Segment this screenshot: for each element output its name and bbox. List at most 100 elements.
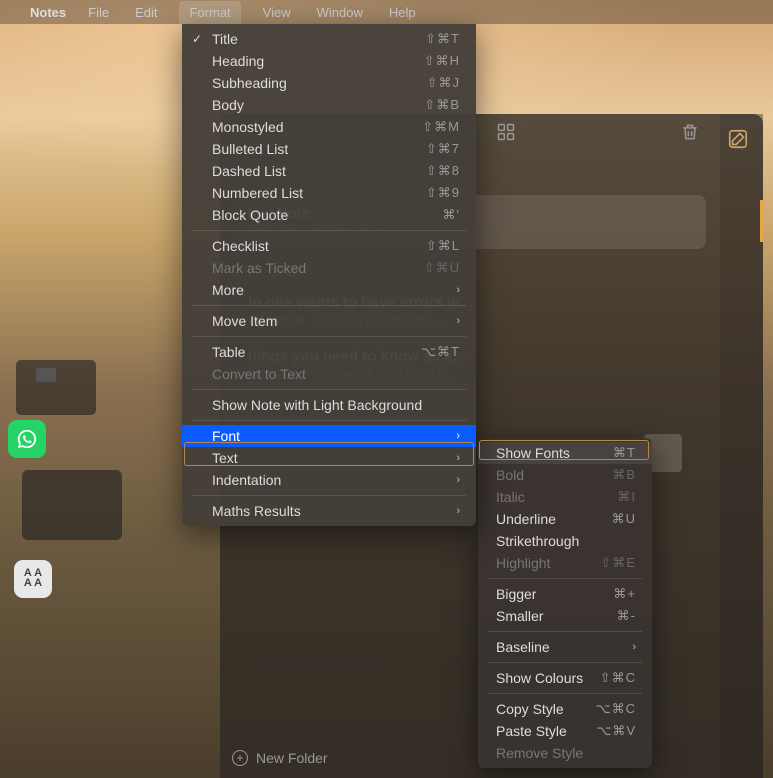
menu-item-label: Convert to Text [212, 366, 306, 382]
compose-icon[interactable] [727, 128, 749, 150]
keyboard-shortcut: ⌘U [612, 511, 636, 527]
keyboard-shortcut: ⌘- [617, 608, 636, 624]
menu-item-mark-as-ticked: Mark as Ticked⇧⌘U [182, 257, 476, 279]
menu-item-remove-style: Remove Style [478, 742, 652, 764]
menu-item-label: Bulleted List [212, 141, 288, 157]
menu-separator [192, 230, 466, 231]
trash-icon[interactable] [680, 122, 700, 142]
menu-item-body[interactable]: Body ⇧⌘B [182, 94, 476, 116]
keyboard-shortcut: ⇧⌘H [424, 53, 460, 69]
menu-item-label: Paste Style [496, 723, 567, 739]
whatsapp-icon[interactable] [8, 420, 46, 458]
menu-separator [488, 578, 642, 579]
menu-item-title[interactable]: ✓Title⇧⌘T [182, 28, 476, 50]
menu-item-label: Italic [496, 489, 525, 505]
menu-item-font[interactable]: Font › [182, 425, 476, 447]
menu-item-label: Strikethrough [496, 533, 579, 549]
keyboard-shortcut: ⌥⌘C [596, 701, 636, 717]
menu-item-subheading[interactable]: Subheading⇧⌘J [182, 72, 476, 94]
font-book-icon[interactable]: A AA A [14, 560, 52, 598]
notes-toolbar [496, 122, 700, 142]
menu-item-label: Bold [496, 467, 524, 483]
menu-view[interactable]: View [259, 3, 295, 22]
menu-item-bigger[interactable]: Bigger⌘+ [478, 583, 652, 605]
menu-edit[interactable]: Edit [131, 3, 161, 22]
keyboard-shortcut: ⇧⌘B [424, 97, 460, 113]
chevron-right-icon: › [456, 430, 460, 442]
menu-separator [192, 389, 466, 390]
menu-help[interactable]: Help [385, 3, 420, 22]
menu-separator [192, 336, 466, 337]
keyboard-shortcut: ⌘B [612, 467, 636, 483]
menu-separator [488, 631, 642, 632]
menu-item-paste-style[interactable]: Paste Style ⌥⌘V [478, 720, 652, 742]
menu-window[interactable]: Window [313, 3, 367, 22]
plus-circle-icon: + [232, 750, 248, 766]
menu-item-show-note-with-light-background[interactable]: Show Note with Light Background [182, 394, 476, 416]
menu-item-label: Font [212, 428, 240, 444]
menu-item-monostyled[interactable]: Monostyled ⇧⌘M [182, 116, 476, 138]
keyboard-shortcut: ⇧⌘J [427, 75, 460, 91]
grid-view-icon[interactable] [496, 122, 516, 142]
menu-item-convert-to-text: Convert to Text [182, 363, 476, 385]
menu-item-label: Title [212, 31, 238, 47]
facetime-preview-window[interactable] [16, 360, 96, 415]
menu-item-label: Remove Style [496, 745, 583, 761]
keyboard-shortcut: ⌘+ [613, 586, 636, 602]
keyboard-shortcut: ⇧⌘M [422, 119, 460, 135]
menu-item-label: Block Quote [212, 207, 288, 223]
menu-item-label: Monostyled [212, 119, 284, 135]
menu-item-heading[interactable]: Heading⇧⌘H [182, 50, 476, 72]
menu-item-text[interactable]: Text› [182, 447, 476, 469]
check-icon: ✓ [192, 32, 202, 46]
menu-item-dashed-list[interactable]: Dashed List⇧⌘8 [182, 160, 476, 182]
app-name[interactable]: Notes [30, 5, 66, 20]
menu-item-strikethrough[interactable]: Strikethrough [478, 530, 652, 552]
menu-item-label: Show Colours [496, 670, 583, 686]
font-submenu: Show Fonts⌘T Bold ⌘B Italic ⌘I Underline ⌘U Str… [478, 438, 652, 768]
menu-item-show-fonts[interactable]: Show Fonts⌘T [478, 442, 652, 464]
menu-item-move-item[interactable]: Move Item› [182, 310, 476, 332]
menu-separator [192, 305, 466, 306]
menu-item-table[interactable]: Table⌥⌘T [182, 341, 476, 363]
menu-item-copy-style[interactable]: Copy Style⌥⌘C [478, 698, 652, 720]
menu-item-label: More [212, 282, 244, 298]
format-menu: ✓Title⇧⌘THeading⇧⌘HSubheading⇧⌘JBody⇧⌘BM… [182, 24, 476, 526]
menu-item-smaller[interactable]: Smaller⌘- [478, 605, 652, 627]
new-folder-label: New Folder [256, 750, 328, 766]
menu-separator [192, 420, 466, 421]
new-folder-button[interactable]: + New Folder [232, 750, 328, 766]
settings-preview-window[interactable] [22, 470, 122, 540]
menu-item-maths-results[interactable]: Maths Results› [182, 500, 476, 522]
keyboard-shortcut: ⌥⌘V [596, 723, 636, 739]
menu-item-more[interactable]: More › [182, 279, 476, 301]
keyboard-shortcut: ⇧⌘C [600, 670, 636, 686]
menu-item-label: Mark as Ticked [212, 260, 306, 276]
chevron-right-icon: › [632, 641, 636, 653]
menu-item-label: Body [212, 97, 244, 113]
menu-item-checklist[interactable]: Checklist ⇧⌘L [182, 235, 476, 257]
menu-item-label: Checklist [212, 238, 269, 254]
accent-indicator [760, 200, 763, 242]
menu-item-label: Baseline [496, 639, 550, 655]
note-editor-panel [720, 114, 763, 778]
keyboard-shortcut: ⇧⌘L [426, 238, 460, 254]
menu-file[interactable]: File [84, 3, 113, 22]
menu-item-label: Indentation [212, 472, 281, 488]
menu-item-label: Show Fonts [496, 445, 570, 461]
keyboard-shortcut: ⇧⌘7 [426, 141, 460, 157]
menu-item-block-quote[interactable]: Block Quote⌘' [182, 204, 476, 226]
chevron-right-icon: › [456, 284, 460, 296]
menu-item-show-colours[interactable]: Show Colours ⇧⌘C [478, 667, 652, 689]
menu-item-baseline[interactable]: Baseline › [478, 636, 652, 658]
keyboard-shortcut: ⌘I [617, 489, 636, 505]
menu-item-bulleted-list[interactable]: Bulleted List ⇧⌘7 [182, 138, 476, 160]
chevron-right-icon: › [456, 505, 460, 517]
menu-item-indentation[interactable]: Indentation› [182, 469, 476, 491]
menu-item-label: Text [212, 450, 238, 466]
menu-item-numbered-list[interactable]: Numbered List⇧⌘9 [182, 182, 476, 204]
menu-format[interactable]: Format [179, 1, 240, 24]
menu-separator [192, 495, 466, 496]
menu-item-label: Underline [496, 511, 556, 527]
menu-item-underline[interactable]: Underline ⌘U [478, 508, 652, 530]
